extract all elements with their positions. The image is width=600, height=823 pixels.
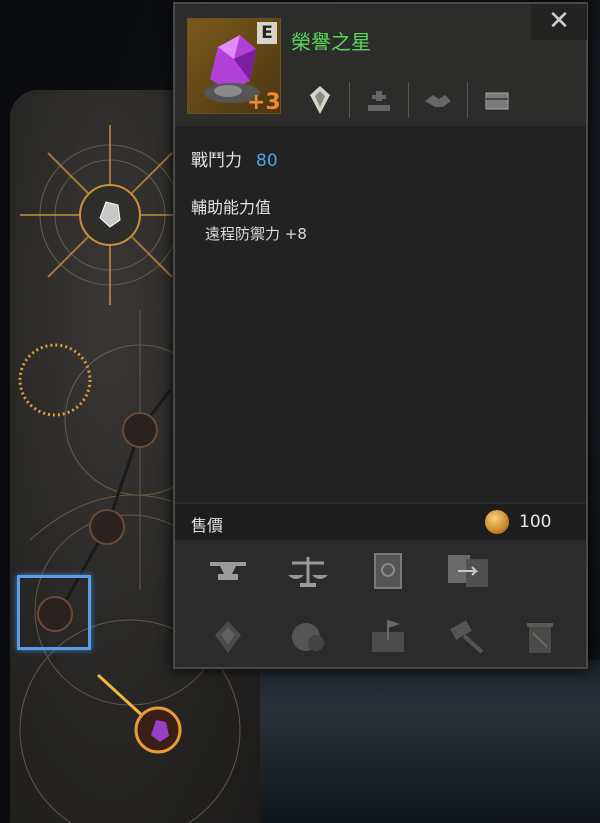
item-name: 榮譽之星 — [291, 30, 371, 54]
scales-icon[interactable] — [283, 548, 333, 594]
trash-icon[interactable] — [515, 614, 565, 660]
close-button[interactable]: ✕ — [531, 4, 587, 40]
anvil-icon[interactable] — [203, 548, 253, 594]
combat-power-row: 戰鬥力 80 — [191, 146, 278, 171]
combat-power-label: 戰鬥力 — [191, 151, 242, 171]
grave-icon[interactable] — [349, 82, 408, 118]
item-tooltip-panel: E +3 榮譽之星 ✕ 戰鬥力 80 輔助能力值 遠程防禦力 +8 售價 100 — [173, 2, 588, 669]
item-attribute-tags — [291, 82, 526, 118]
node-selector-frame[interactable] — [17, 575, 91, 650]
sub-stats-heading: 輔助能力值 — [191, 198, 272, 217]
map-flag-icon[interactable] — [363, 614, 413, 660]
lake-water — [250, 660, 600, 823]
price-row: 售價 100 — [175, 504, 586, 540]
handshake-icon[interactable] — [408, 82, 467, 118]
chest-icon[interactable] — [467, 82, 526, 118]
price-label: 售價 — [191, 516, 224, 535]
sphere-icon[interactable] — [283, 614, 333, 660]
coin-icon — [485, 510, 509, 534]
exchange-icon[interactable] — [443, 548, 493, 594]
item-header: E +3 榮譽之星 ✕ — [175, 4, 587, 122]
card-icon[interactable] — [291, 82, 349, 118]
enhance-level: +3 — [247, 90, 281, 115]
book-icon[interactable] — [363, 548, 413, 594]
sub-stat-line: 遠程防禦力 +8 — [205, 225, 307, 243]
item-details — [175, 126, 586, 502]
price-value: 100 — [519, 512, 552, 532]
crystal-icon[interactable] — [203, 614, 253, 660]
grade-badge: E — [257, 22, 277, 44]
combat-power-value: 80 — [256, 151, 278, 171]
hammer-icon[interactable] — [443, 614, 493, 660]
item-actions — [175, 542, 586, 667]
